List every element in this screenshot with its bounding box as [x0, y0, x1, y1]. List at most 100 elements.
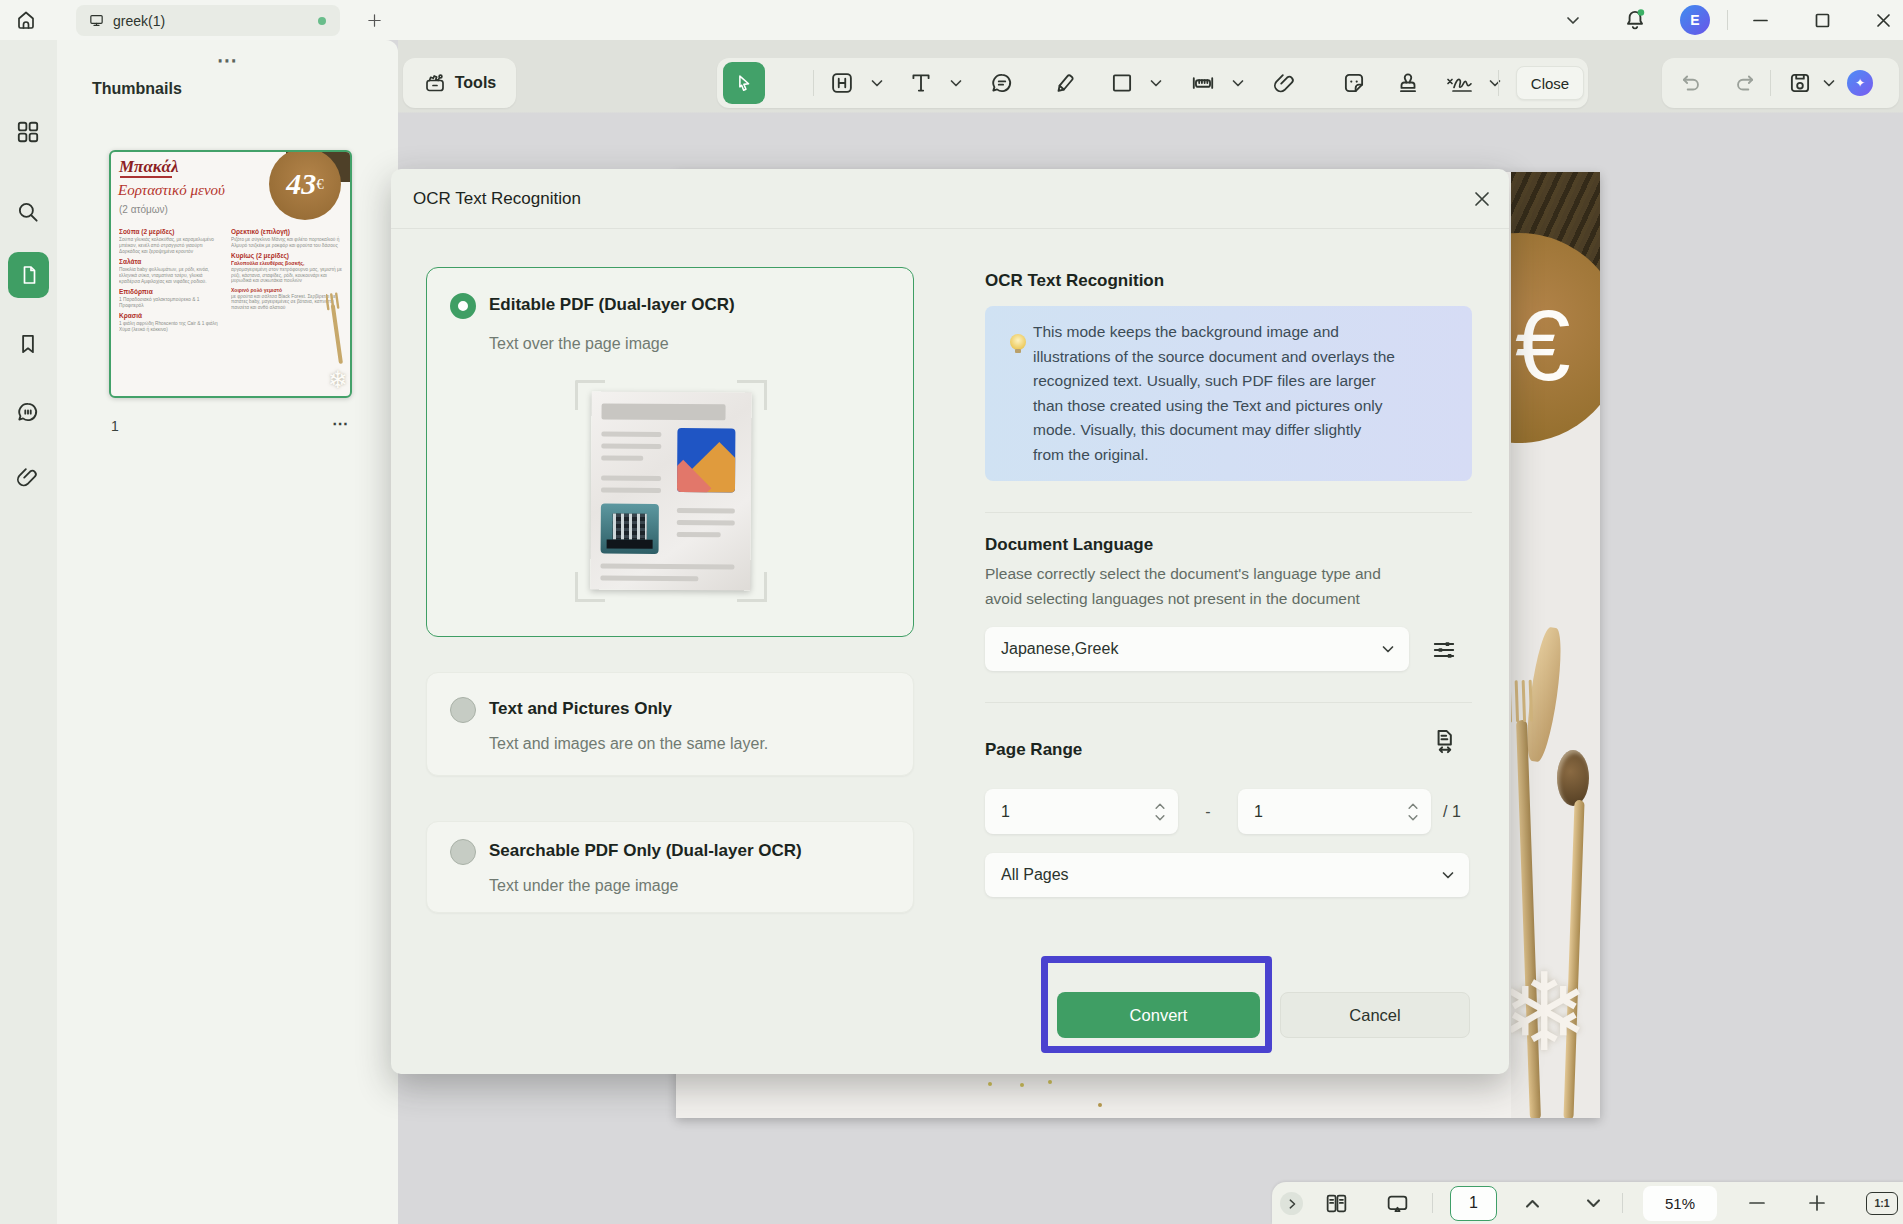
undo-icon[interactable]	[1679, 70, 1705, 96]
redo-icon[interactable]	[1731, 70, 1757, 96]
euro-symbol: €	[1515, 288, 1571, 403]
thumbnail-more[interactable]: ⋯	[332, 414, 348, 433]
home-icon[interactable]	[14, 8, 38, 32]
zoom-out-icon[interactable]	[1748, 1194, 1766, 1212]
select-tool-button[interactable]	[723, 62, 765, 104]
left-sidebar	[0, 40, 57, 1224]
option-searchable-pdf[interactable]: Searchable PDF Only (Dual-layer OCR) Tex…	[426, 821, 914, 913]
dropdown-chevron-icon	[1441, 871, 1455, 880]
text-tool-icon[interactable]	[908, 70, 934, 96]
save-icon[interactable]	[1787, 70, 1813, 96]
ai-assistant-icon[interactable]: ✦	[1847, 70, 1873, 96]
shape-tool-icon[interactable]	[1109, 70, 1135, 96]
highlighter-tool-icon[interactable]	[1052, 70, 1078, 96]
option-text-pictures[interactable]: Text and Pictures Only Text and images a…	[426, 672, 914, 776]
notifications-bell-icon[interactable]	[1622, 7, 1648, 33]
status-bar: 1 51%	[1272, 1182, 1903, 1224]
right-heading: OCR Text Recognition	[985, 271, 1164, 291]
thumbnails-panel: ⋯ Thumbnails 43€ Μπακάλ Εορταστικό μενού…	[57, 40, 398, 1224]
bookmark-icon[interactable]	[15, 331, 41, 357]
all-pages-dropdown[interactable]: All Pages	[985, 853, 1469, 897]
page-range-label: Page Range	[985, 740, 1082, 760]
new-tab-icon[interactable]	[366, 12, 383, 29]
gold-spoon	[1557, 750, 1589, 806]
radio-unselected[interactable]	[450, 697, 476, 723]
language-settings-icon[interactable]	[1431, 637, 1457, 663]
tools-button[interactable]: Tools	[403, 58, 516, 108]
panel-title: Thumbnails	[92, 80, 182, 98]
measure-tool-chevron[interactable]	[1231, 79, 1245, 88]
zoom-in-icon[interactable]	[1808, 1194, 1826, 1212]
thumb-logo: Μπακάλ	[119, 157, 178, 177]
attach-tool-icon[interactable]	[1272, 70, 1298, 96]
close-window-button[interactable]	[1875, 12, 1892, 29]
monitor-icon	[88, 12, 105, 29]
unsaved-dot	[318, 17, 326, 25]
radio-unselected[interactable]	[450, 839, 476, 865]
dropdown-chevron-icon	[1381, 645, 1395, 654]
presentation-icon[interactable]	[1385, 1191, 1410, 1216]
sidebar-item-thumbnails[interactable]	[8, 252, 49, 298]
signature-tool-icon[interactable]	[1445, 70, 1479, 96]
book-view-icon[interactable]	[1324, 1191, 1349, 1216]
minimize-button[interactable]	[1752, 12, 1769, 29]
title-bar: greek(1) E	[0, 0, 1903, 40]
actual-size-button[interactable]: 1:1	[1866, 1192, 1898, 1215]
from-stepper[interactable]	[1154, 802, 1166, 822]
text-tool-chevron[interactable]	[949, 79, 963, 88]
snowflake-ornament: ❄	[1511, 950, 1590, 1075]
thumb-snowflake: ❄	[328, 366, 348, 394]
thumb-fork	[326, 292, 348, 364]
language-dropdown[interactable]: Japanese,Greek	[985, 627, 1409, 671]
measure-tool-icon[interactable]	[1190, 70, 1216, 96]
shape-tool-chevron[interactable]	[1149, 79, 1163, 88]
tab-title: greek(1)	[113, 13, 165, 29]
ocr-illustration	[575, 380, 767, 602]
thumb-title: Εορταστικό μενού	[118, 182, 225, 199]
pdf-page-photo: € ❄	[1511, 172, 1600, 1118]
heading-tool-icon[interactable]	[829, 70, 855, 96]
stamp-tool-icon[interactable]	[1395, 70, 1421, 96]
comment-tool-icon[interactable]	[989, 70, 1015, 96]
page-thumbnail[interactable]: 43€ Μπακάλ Εορταστικό μενού (2 ατόμων) Σ…	[109, 150, 352, 398]
avatar[interactable]: E	[1680, 5, 1710, 35]
info-text: This mode keeps the background image and…	[1033, 320, 1457, 467]
dialog-title: OCR Text Recognition	[413, 169, 581, 228]
document-tab[interactable]: greek(1)	[76, 5, 340, 36]
panel-handle[interactable]: ⋯	[217, 48, 239, 72]
chevron-down-icon[interactable]	[1565, 13, 1581, 27]
attachment-icon[interactable]	[15, 464, 41, 490]
page-range-icon[interactable]	[1431, 727, 1459, 755]
select-tool-chevron[interactable]	[1488, 79, 1502, 88]
lightbulb-icon	[1010, 334, 1026, 350]
tools-icon	[423, 71, 447, 95]
sticker-tool-icon[interactable]	[1341, 70, 1367, 96]
page-to-input[interactable]: 1	[1238, 789, 1431, 834]
option-editable-pdf[interactable]: Editable PDF (Dual-layer OCR) Text over …	[426, 267, 914, 637]
edit-toolbar: Close	[717, 58, 1588, 108]
maximize-button[interactable]	[1814, 12, 1831, 29]
zoom-level[interactable]: 51%	[1643, 1186, 1717, 1221]
close-tools-button[interactable]: Close	[1516, 66, 1584, 100]
dialog-close-icon[interactable]	[1471, 188, 1493, 210]
next-page-icon[interactable]	[1585, 1198, 1602, 1209]
page-from-input[interactable]: 1	[985, 789, 1178, 834]
previous-page-icon[interactable]	[1524, 1198, 1541, 1209]
search-icon[interactable]	[15, 199, 41, 225]
grid-menu-icon[interactable]	[15, 119, 41, 145]
expand-statusbar-button[interactable]	[1280, 1192, 1303, 1215]
thumb-menu-left: Σούπα (2 μερίδες) Σούπα γλυκιάς κολοκύθα…	[119, 228, 223, 394]
heading-tool-chevron[interactable]	[870, 79, 884, 88]
page-number-input[interactable]: 1	[1450, 1186, 1497, 1221]
divider	[1727, 10, 1728, 30]
ocr-dialog: OCR Text Recognition Editable PDF (Dual-…	[391, 169, 1509, 1074]
to-stepper[interactable]	[1407, 802, 1419, 822]
page-icon	[17, 263, 41, 287]
range-dash: -	[1178, 789, 1238, 834]
comments-icon[interactable]	[15, 399, 41, 425]
annotation-highlight	[1041, 956, 1272, 1053]
radio-selected[interactable]	[450, 293, 476, 319]
language-hint: Please correctly select the document's l…	[985, 561, 1381, 611]
cancel-button[interactable]: Cancel	[1280, 992, 1470, 1038]
save-chevron[interactable]	[1822, 79, 1836, 88]
